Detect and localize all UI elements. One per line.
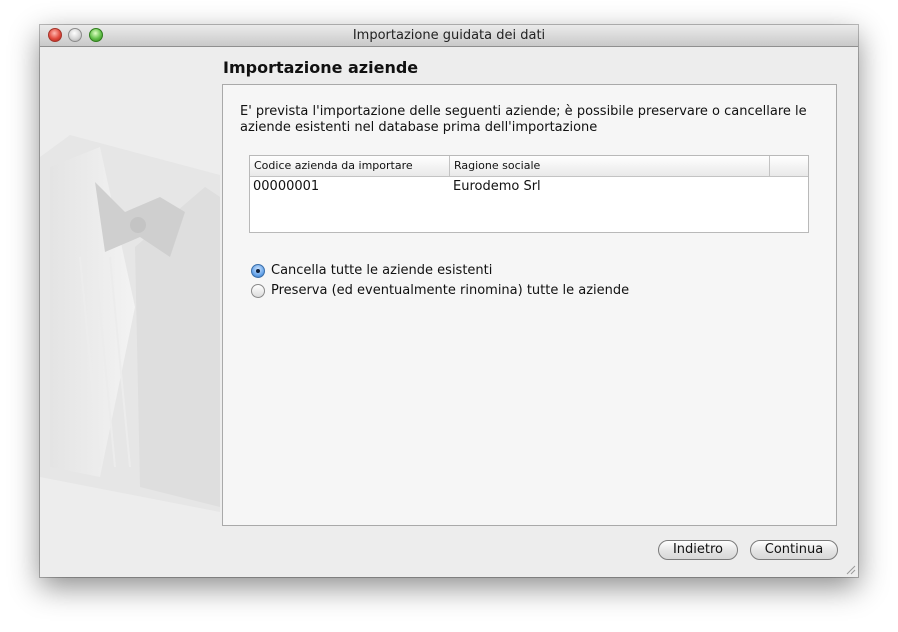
tuxedo-artwork — [40, 135, 220, 512]
radio-button-selected[interactable] — [251, 264, 265, 278]
back-button[interactable]: Indietro — [658, 540, 738, 560]
description-text: E' prevista l'importazione delle seguent… — [240, 104, 807, 135]
table-row[interactable]: 00000001 Eurodemo Srl — [250, 177, 808, 197]
option-label[interactable]: Preserva (ed eventualmente rinomina) tut… — [271, 283, 629, 298]
continue-button[interactable]: Continua — [750, 540, 838, 560]
cell-company-code: 00000001 — [253, 179, 320, 194]
window-title: Importazione guidata dei dati — [352, 28, 546, 43]
companies-table[interactable]: Codice azienda da importare Ragione soci… — [249, 155, 809, 233]
radio-button[interactable] — [251, 284, 265, 298]
option-label[interactable]: Cancella tutte le aziende esistenti — [271, 263, 492, 278]
table-header: Codice azienda da importare Ragione soci… — [250, 156, 808, 177]
column-header-code[interactable]: Codice azienda da importare — [250, 156, 450, 176]
column-header-company-name[interactable]: Ragione sociale — [450, 156, 770, 176]
column-header-empty — [770, 156, 808, 176]
title-bar[interactable]: Importazione guidata dei dati — [40, 25, 858, 47]
content-panel: E' prevista l'importazione delle seguent… — [222, 84, 837, 526]
page-title: Importazione aziende — [223, 58, 419, 77]
resize-grip-icon[interactable] — [844, 563, 856, 575]
cell-company-name: Eurodemo Srl — [453, 179, 541, 194]
wizard-window: Importazione guidata dei dati Importazio… — [40, 25, 858, 577]
